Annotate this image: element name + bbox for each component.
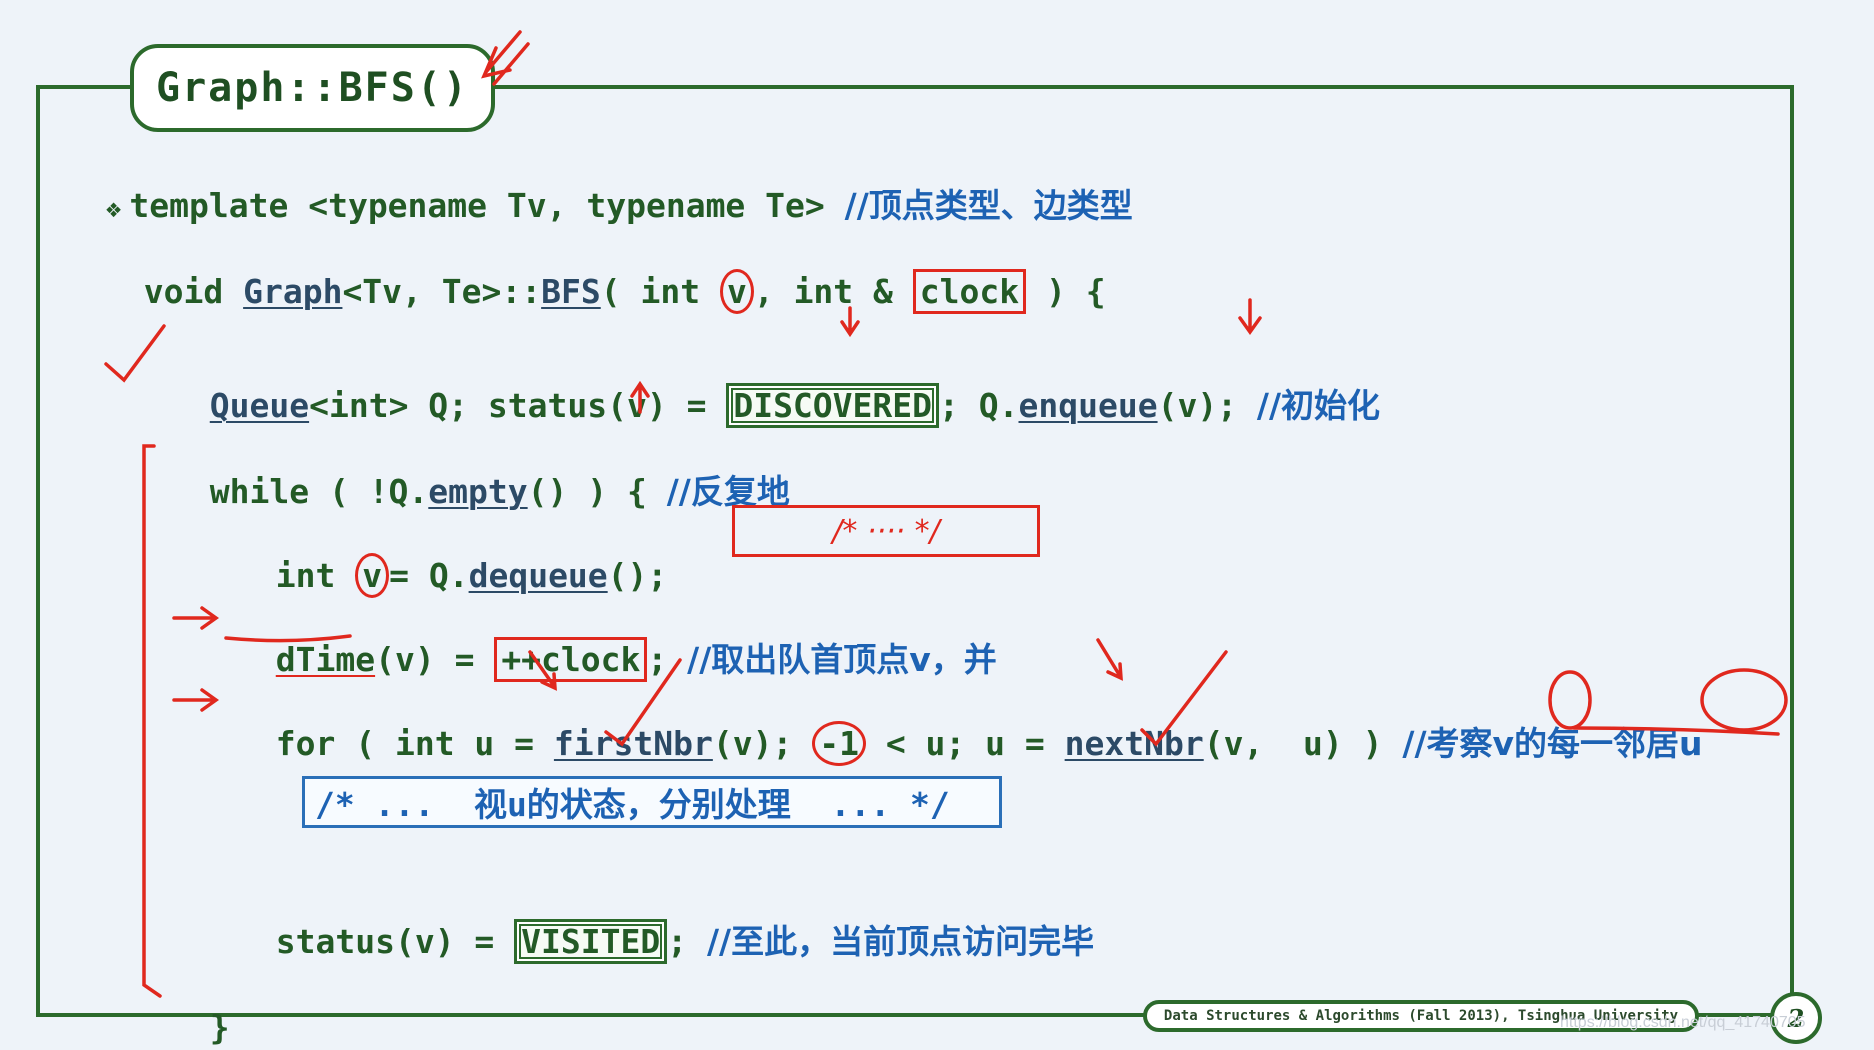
code-line-close-brace: } bbox=[170, 962, 230, 1050]
slide-title: Graph::BFS() bbox=[130, 44, 495, 132]
code-line-init: Queue<int> Q; status(v) = DISCOVERED; Q.… bbox=[170, 340, 1380, 428]
code-line-signature: void Graph<Tv, Te>::BFS( int v, int & cl… bbox=[104, 226, 1106, 314]
code-line-template: ❖ template <typename Tv, typename Te> //顶… bbox=[66, 140, 1133, 231]
status-discovered: DISCOVERED bbox=[726, 383, 940, 428]
fn-empty: empty bbox=[428, 472, 528, 511]
fn-queue: Queue bbox=[209, 386, 310, 425]
param-v-circled: v bbox=[719, 269, 754, 314]
code-text: < u; u = bbox=[865, 724, 1065, 763]
code-line-while: while ( !Q.empty() ) { //反复地 bbox=[170, 426, 790, 514]
code-comment: //顶点类型、边类型 bbox=[844, 186, 1133, 225]
code-text: ; Q. bbox=[939, 386, 1019, 425]
status-visited: VISITED bbox=[514, 919, 668, 964]
code-text: ; bbox=[667, 922, 707, 961]
code-text: while ( !Q. bbox=[209, 472, 429, 511]
neg-one-circled: -1 bbox=[812, 721, 866, 766]
clock-increment-boxed: ++clock bbox=[494, 637, 648, 682]
code-text: <int> Q; status(v) = bbox=[309, 386, 727, 425]
fn-graph: Graph bbox=[243, 272, 343, 311]
code-line-dtime: dTime(v) = ++clock; //取出队首顶点v，并 bbox=[236, 594, 997, 682]
bullet-icon: ❖ bbox=[105, 194, 122, 224]
fn-dtime: dTime bbox=[275, 640, 376, 679]
code-comment: //考察v的每一邻居u bbox=[1402, 724, 1703, 763]
fn-nextnbr: nextNbr bbox=[1064, 724, 1204, 763]
code-text: (v); bbox=[1157, 386, 1257, 425]
code-text: <Tv, Te>:: bbox=[342, 272, 542, 311]
code-line-visited: status(v) = VISITED; //至此，当前顶点访问完毕 bbox=[236, 876, 1094, 964]
code-text: status(v) = bbox=[275, 922, 515, 961]
code-text: ; bbox=[647, 640, 688, 679]
code-text: (v) = bbox=[375, 640, 495, 679]
code-text: } bbox=[209, 1008, 230, 1047]
code-line-dequeue: int v = Q.dequeue(); bbox=[236, 510, 667, 598]
code-comment: //取出队首顶点v，并 bbox=[687, 640, 997, 679]
fn-firstnbr: firstNbr bbox=[553, 724, 713, 763]
fn-bfs: BFS bbox=[541, 272, 601, 311]
handwritten-comment-note: /* ···· */ bbox=[732, 505, 1040, 557]
var-v-circled: v bbox=[355, 553, 390, 598]
fn-enqueue: enqueue bbox=[1018, 386, 1158, 425]
code-text: = Q. bbox=[389, 556, 469, 595]
code-line-for: for ( int u = firstNbr(v); -1 < u; u = n… bbox=[236, 678, 1703, 766]
code-comment: //初始化 bbox=[1256, 386, 1381, 425]
param-clock-boxed: clock bbox=[912, 269, 1027, 314]
placeholder-comment-box: /* ... 视u的状态，分别处理 ... */ bbox=[302, 776, 1002, 828]
code-text: (v, u) ) bbox=[1203, 724, 1403, 763]
fn-dequeue: dequeue bbox=[468, 556, 608, 595]
code-comment: /* ... 视u的状态，分别处理 ... */ bbox=[315, 785, 950, 824]
code-text: ) { bbox=[1026, 272, 1106, 311]
watermark-url: https://blog.csdn.net/qq_41740705 bbox=[1560, 1014, 1806, 1031]
code-text: , int & bbox=[753, 272, 913, 311]
code-text: void bbox=[143, 272, 244, 311]
code-comment: //至此，当前顶点访问完毕 bbox=[707, 922, 1095, 961]
code-text: ( int bbox=[600, 272, 720, 311]
code-text: for ( int u = bbox=[275, 724, 554, 763]
code-text: (); bbox=[607, 556, 668, 595]
code-text: int bbox=[275, 556, 356, 595]
code-text: template <typename Tv, typename Te> bbox=[129, 186, 845, 225]
code-text: (v); bbox=[712, 724, 813, 763]
code-text: () ) { bbox=[527, 472, 667, 511]
